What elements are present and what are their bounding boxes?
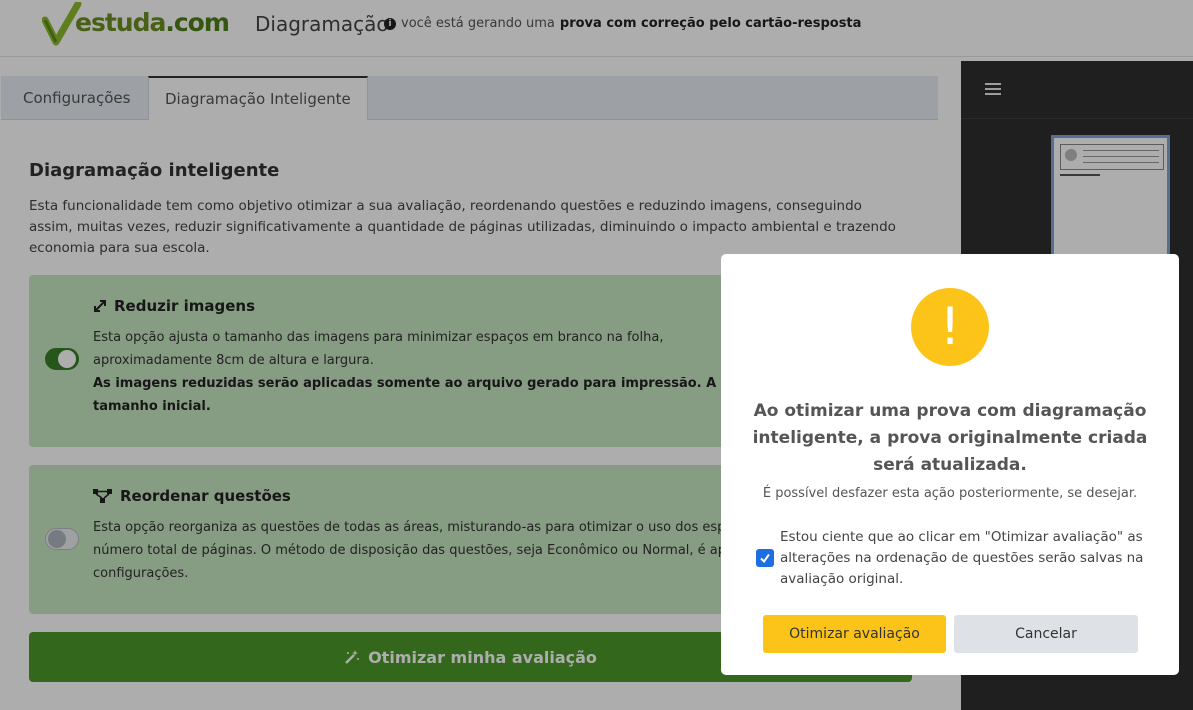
optimize-confirm-button[interactable]: Otimizar avaliação	[763, 615, 946, 653]
modal-subtitle: É possível desfazer esta ação posteriorm…	[762, 486, 1138, 501]
warning-icon: !	[911, 288, 989, 366]
modal-title: Ao otimizar uma prova com diagramação in…	[752, 401, 1148, 475]
check-icon	[760, 553, 770, 564]
confirm-modal: ! Ao otimizar uma prova com diagramação …	[721, 254, 1179, 675]
cancel-button[interactable]: Cancelar	[954, 615, 1138, 653]
confirm-checkbox-label[interactable]: Estou ciente que ao clicar em "Otimizar …	[780, 527, 1150, 590]
confirmation-row: Estou ciente que ao clicar em "Otimizar …	[756, 527, 1156, 590]
confirm-checkbox[interactable]	[756, 549, 774, 567]
